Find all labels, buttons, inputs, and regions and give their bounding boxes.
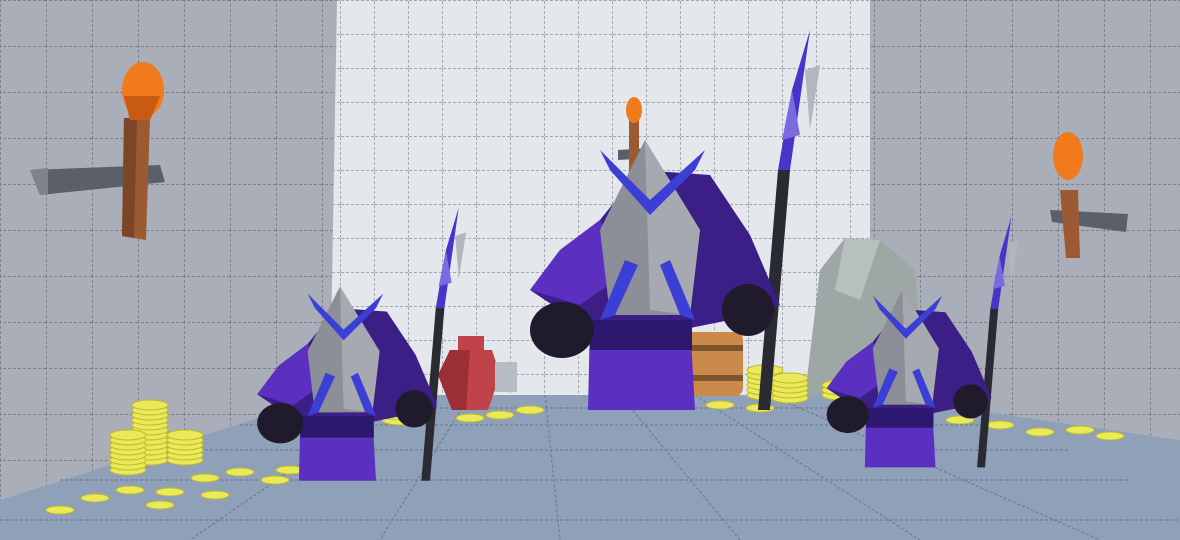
gold-coin [80, 493, 110, 503]
gold-coin [115, 485, 145, 495]
gold-coin [455, 413, 485, 423]
gold-coin-stack [771, 372, 809, 384]
gold-coin [190, 473, 220, 483]
stone-block [495, 362, 517, 392]
gold-coin-stack [131, 399, 169, 411]
gold-coin [155, 487, 185, 497]
gold-coin [515, 405, 545, 415]
torch-flame-icon [626, 97, 642, 123]
gold-coin-stack [166, 429, 204, 441]
gold-coin [260, 475, 290, 485]
gold-coin [225, 467, 255, 477]
gold-coin [1095, 431, 1125, 441]
gold-coin [145, 500, 175, 510]
torch-flame-icon [1053, 132, 1083, 180]
gold-coin [200, 490, 230, 500]
gold-coin [705, 400, 735, 410]
gold-coin [985, 420, 1015, 430]
game-viewport [0, 0, 1180, 540]
gold-coin [1065, 425, 1095, 435]
gold-coin [1025, 427, 1055, 437]
treasure-barrel [685, 332, 743, 396]
gold-coin [45, 505, 75, 515]
gold-coin [485, 410, 515, 420]
gold-coin-stack [109, 429, 147, 441]
